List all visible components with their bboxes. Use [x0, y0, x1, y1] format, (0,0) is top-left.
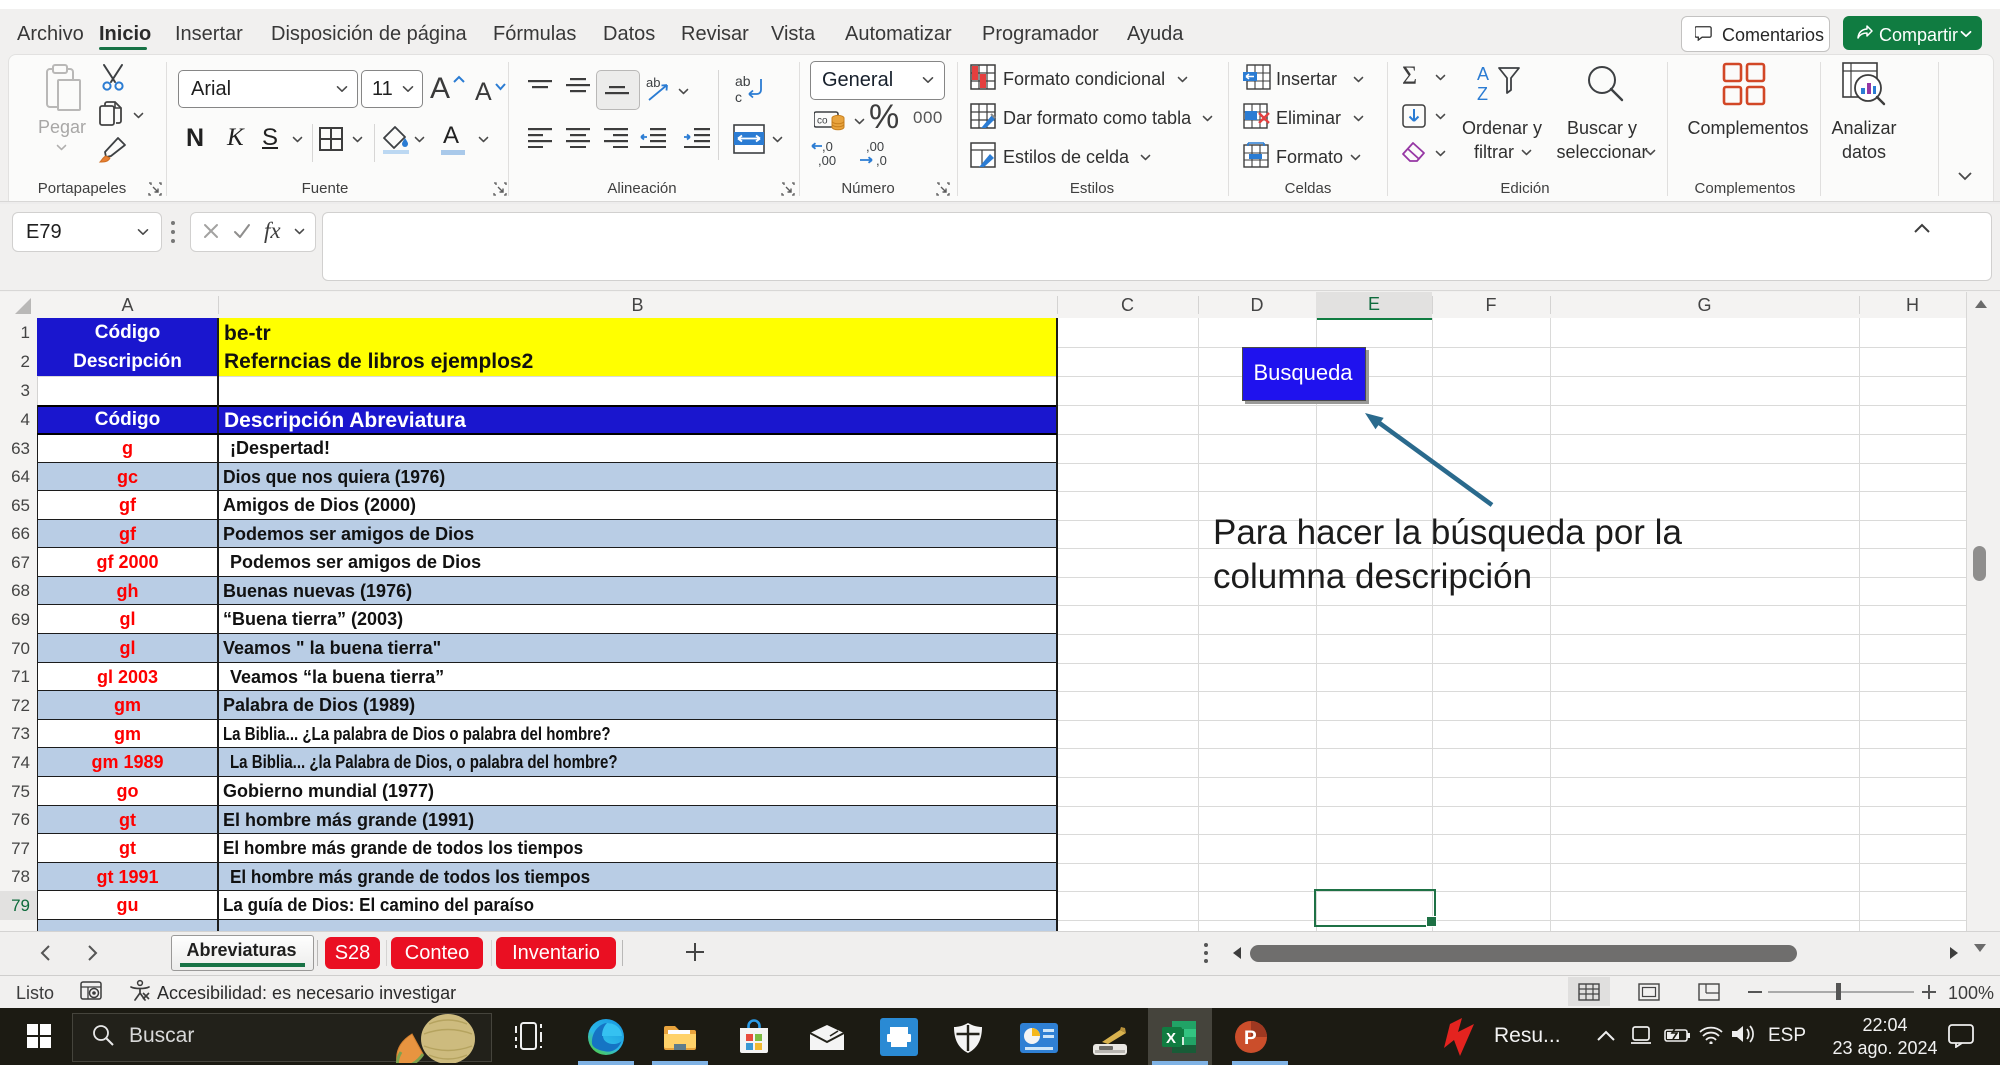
svg-text:,00: ,00 — [818, 153, 836, 168]
svg-text:X: X — [1166, 1030, 1176, 1047]
svg-text:P: P — [1244, 1028, 1257, 1049]
svg-text:co: co — [817, 116, 828, 127]
svg-text:Z: Z — [1477, 84, 1488, 104]
svg-text:ab: ab — [735, 74, 751, 89]
svg-text:ab: ab — [646, 76, 660, 90]
svg-text:,0: ,0 — [876, 153, 887, 168]
svg-text:,00: ,00 — [866, 140, 884, 154]
svg-text:A: A — [1477, 64, 1489, 84]
svg-text:Σ: Σ — [1402, 62, 1417, 88]
svg-text:,0: ,0 — [822, 140, 833, 154]
svg-text:c: c — [735, 89, 742, 105]
